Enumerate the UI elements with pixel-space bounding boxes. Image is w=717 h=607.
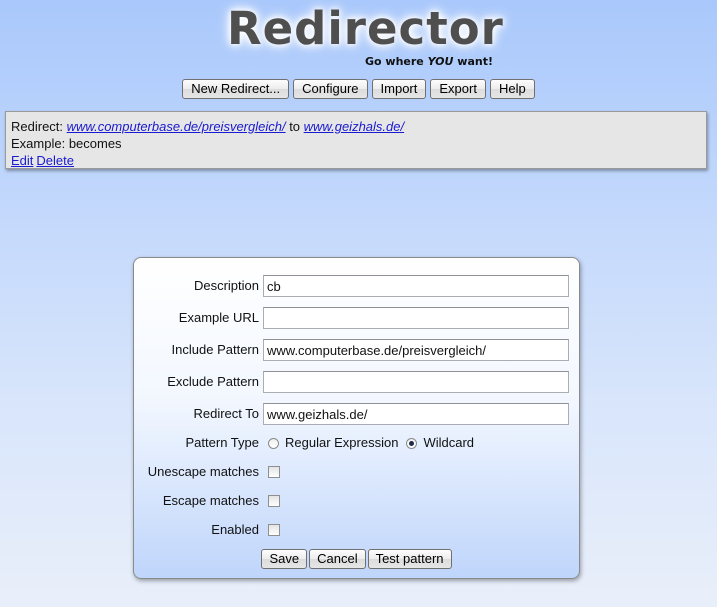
header: Redirector Go where YOU want! xyxy=(0,0,717,80)
exclude-pattern-input[interactable] xyxy=(263,371,569,393)
toolbar: New Redirect... Configure Import Export … xyxy=(0,79,717,101)
tagline-end: want! xyxy=(453,55,493,68)
enabled-label: Enabled xyxy=(211,522,259,537)
example-url-row: Example URL xyxy=(134,307,579,329)
redirect-summary: Redirect: www.computerbase.de/preisvergl… xyxy=(11,118,701,135)
unescape-row: Unescape matches xyxy=(134,461,579,483)
test-pattern-button[interactable]: Test pattern xyxy=(367,549,452,569)
edit-link[interactable]: Edit xyxy=(11,153,33,168)
tagline-emphasis: YOU xyxy=(427,55,454,68)
example-url-label: Example URL xyxy=(178,310,259,325)
description-label: Description xyxy=(193,278,259,293)
save-button[interactable]: Save xyxy=(261,549,308,569)
example-label: Example: xyxy=(11,136,69,151)
description-input[interactable] xyxy=(263,275,569,297)
pattern-type-row: Pattern Type Regular Expression Wildcard xyxy=(134,432,579,454)
enabled-row: Enabled xyxy=(134,519,579,541)
cancel-button[interactable]: Cancel xyxy=(309,549,366,569)
export-button[interactable]: Export xyxy=(430,79,486,99)
wildcard-radio-label[interactable]: Wildcard xyxy=(423,432,474,454)
enabled-checkbox[interactable] xyxy=(268,524,280,536)
redirect-to-row: Redirect To xyxy=(134,403,579,425)
redirect-to-link[interactable]: www.geizhals.de/ xyxy=(304,119,404,134)
escape-checkbox[interactable] xyxy=(268,495,280,507)
redirect-to-label: Redirect To xyxy=(193,406,259,421)
form-actions: Save Cancel Test pattern xyxy=(134,549,579,569)
redirect-list-item: Redirect: www.computerbase.de/preisvergl… xyxy=(5,111,707,169)
wildcard-radio[interactable] xyxy=(406,438,418,449)
pattern-type-radio-group: Regular Expression Wildcard xyxy=(268,432,482,454)
redirect-example: Example: becomes xyxy=(11,135,701,152)
configure-button[interactable]: Configure xyxy=(293,79,368,99)
exclude-pattern-row: Exclude Pattern xyxy=(134,371,579,393)
include-pattern-label: Include Pattern xyxy=(171,342,259,357)
delete-link[interactable]: Delete xyxy=(36,153,74,168)
pattern-type-label: Pattern Type xyxy=(185,435,259,450)
tagline-start: Go where xyxy=(365,55,428,68)
include-pattern-row: Include Pattern xyxy=(134,339,579,361)
include-pattern-input[interactable] xyxy=(263,339,569,361)
redirect-actions: Edit Delete xyxy=(11,152,701,169)
unescape-label: Unescape matches xyxy=(147,464,259,479)
example-text: becomes xyxy=(68,136,122,151)
redirect-to-word: to xyxy=(285,119,304,134)
escape-label: Escape matches xyxy=(162,493,259,508)
description-row: Description xyxy=(134,275,579,297)
redirect-to-input[interactable] xyxy=(263,403,569,425)
regex-radio-label[interactable]: Regular Expression xyxy=(285,432,398,454)
import-button[interactable]: Import xyxy=(371,79,427,99)
regex-radio[interactable] xyxy=(268,438,279,449)
help-button[interactable]: Help xyxy=(489,79,535,99)
app-title: Redirector xyxy=(227,2,504,55)
include-pattern-link[interactable]: www.computerbase.de/preisvergleich/ xyxy=(67,119,286,134)
edit-redirect-form: Description Example URL Include Pattern … xyxy=(133,257,580,579)
new-redirect-button[interactable]: New Redirect... xyxy=(182,79,290,99)
unescape-checkbox[interactable] xyxy=(268,466,280,478)
redirect-prefix: Redirect: xyxy=(11,119,67,134)
escape-row: Escape matches xyxy=(134,490,579,512)
tagline: Go where YOU want! xyxy=(365,55,493,69)
exclude-pattern-label: Exclude Pattern xyxy=(167,374,259,389)
example-url-input[interactable] xyxy=(263,307,569,329)
